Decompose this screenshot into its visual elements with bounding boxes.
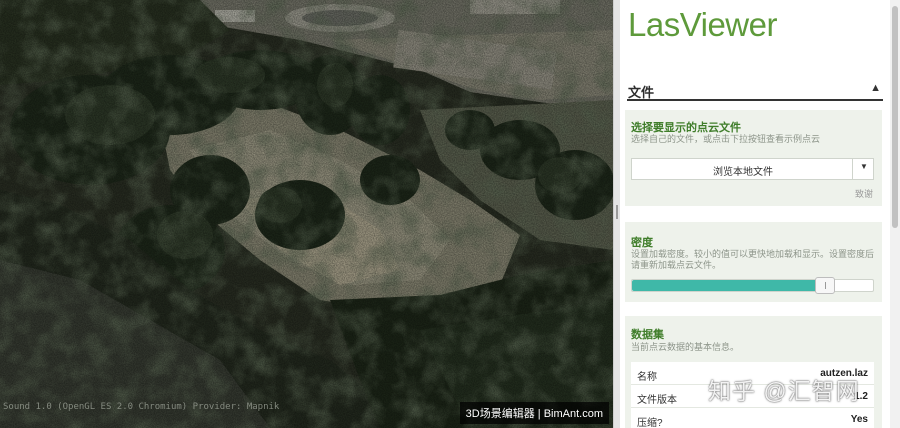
- point-cloud-render[interactable]: [0, 0, 613, 428]
- scrollbar-thumb[interactable]: [892, 6, 898, 228]
- file-panel-description: 选择自己的文件，或点击下拉按钮查看示例点云: [631, 134, 821, 144]
- renderer-status-text: Sound 1.0 (OpenGL ES 2.0 Chromium) Provi…: [3, 402, 280, 412]
- file-panel: 选择要显示的点云文件 选择自己的文件，或点击下拉按钮查看示例点云 浏览本地文件 …: [625, 110, 882, 206]
- row-key: 压缩?: [637, 418, 663, 428]
- sidebar: LasViewer 文件 ▲ 选择要显示的点云文件 选择自己的文件，或点击下拉按…: [620, 0, 900, 428]
- section-label: 文件: [628, 85, 655, 100]
- row-key: 名称: [637, 372, 657, 383]
- chevron-up-icon[interactable]: ▲: [870, 82, 881, 94]
- density-panel-title: 密度: [631, 237, 653, 249]
- panel-splitter[interactable]: [613, 0, 620, 428]
- density-slider-handle[interactable]: [814, 277, 835, 294]
- density-panel: 密度 设置加载密度。较小的值可以更快地加载和显示。设置密度后请重新加载点云文件。: [625, 222, 882, 302]
- file-panel-title: 选择要显示的点云文件: [631, 122, 741, 134]
- point-cloud-viewport[interactable]: Sound 1.0 (OpenGL ES 2.0 Chromium) Provi…: [0, 0, 613, 428]
- file-select-dropdown[interactable]: 浏览本地文件 ▼: [631, 158, 874, 180]
- table-row: 压缩? Yes: [631, 408, 874, 428]
- density-panel-description: 设置加载密度。较小的值可以更快地加载和显示。设置密度后请重新加载点云文件。: [631, 249, 875, 270]
- brand-badge[interactable]: 3D场景编辑器 | BimAnt.com: [459, 402, 609, 424]
- dataset-panel-title: 数据集: [631, 329, 664, 341]
- density-slider[interactable]: [631, 277, 874, 294]
- dataset-panel-description: 当前点云数据的基本信息。: [631, 342, 740, 352]
- thanks-link[interactable]: 致谢: [855, 187, 873, 200]
- las-viewer-app: Sound 1.0 (OpenGL ES 2.0 Chromium) Provi…: [0, 0, 900, 428]
- browse-local-file-button[interactable]: 浏览本地文件: [632, 163, 854, 178]
- caret-down-icon: ▼: [860, 162, 868, 171]
- app-title: LasViewer: [628, 6, 777, 43]
- row-value: Yes: [850, 414, 868, 425]
- watermark-text: 知乎 @汇智网: [708, 378, 860, 404]
- dropdown-toggle[interactable]: ▼: [852, 159, 873, 179]
- sidebar-scrollbar[interactable]: [890, 0, 900, 428]
- section-header-file[interactable]: 文件 ▲: [627, 80, 883, 101]
- splitter-grip-icon[interactable]: [616, 205, 618, 219]
- row-key: 文件版本: [637, 395, 677, 406]
- density-slider-fill: [632, 280, 825, 291]
